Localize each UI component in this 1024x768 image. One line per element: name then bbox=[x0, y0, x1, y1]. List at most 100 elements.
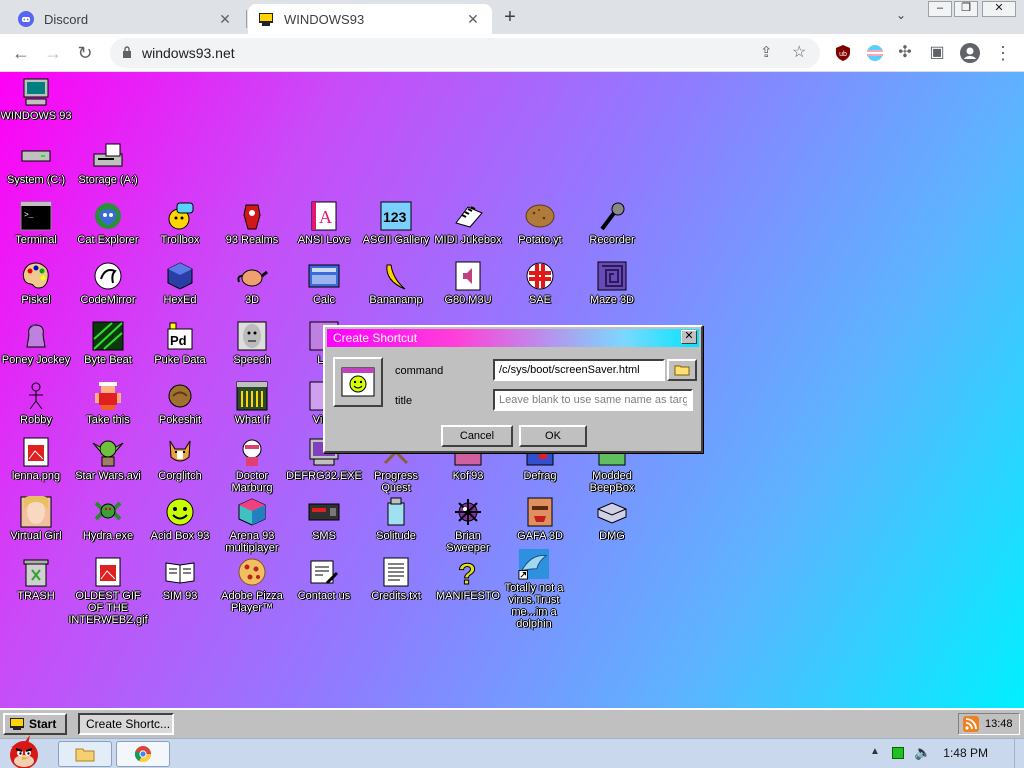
desktop-icon-calc[interactable]: Calc bbox=[288, 260, 360, 306]
dialog-close-button[interactable]: ✕ bbox=[681, 330, 697, 344]
side-panel-icon[interactable]: ▣ bbox=[924, 40, 950, 66]
desktop-icon-trash[interactable]: TRASH bbox=[0, 556, 72, 602]
desktop-icon-corglitch[interactable]: Corglitch bbox=[144, 436, 216, 482]
desktop-icon-lenna[interactable]: lenna.png bbox=[0, 436, 72, 482]
desktop-icon-ansi-love[interactable]: A ANSI Love bbox=[288, 200, 360, 246]
cancel-button[interactable]: Cancel bbox=[441, 425, 513, 447]
close-window-button[interactable]: ✕ bbox=[982, 1, 1016, 17]
desktop-icon-cat-explorer[interactable]: Cat Explorer bbox=[72, 200, 144, 246]
share-icon[interactable]: ⇪ bbox=[760, 43, 773, 61]
close-tab-icon[interactable]: ✕ bbox=[464, 11, 482, 28]
desktop-icon-storage-a[interactable]: Storage (A:) bbox=[72, 140, 144, 186]
forward-button[interactable]: → bbox=[40, 40, 66, 66]
desktop-icon-midi-jukebox[interactable]: MIDI Jukebox bbox=[432, 200, 504, 246]
address-bar[interactable]: windows93.net ⇪ ☆ bbox=[110, 38, 820, 68]
desktop-icon-adobe-pizza[interactable]: Adobe Pizza Player™ bbox=[216, 556, 288, 614]
profile-avatar-icon[interactable] bbox=[960, 43, 980, 63]
gafa-icon bbox=[524, 496, 556, 528]
back-button[interactable]: ← bbox=[8, 40, 34, 66]
desktop-icon-ascii-gallery[interactable]: 123 ASCII Gallery bbox=[360, 200, 432, 246]
desktop-icon-codemirror[interactable]: CodeMirror bbox=[72, 260, 144, 306]
desktop-icon-potato[interactable]: Potato.yt bbox=[504, 200, 576, 246]
desktop-icon-brian-sweeper[interactable]: Brian Sweeper bbox=[432, 496, 504, 554]
reload-button[interactable]: ↻ bbox=[72, 40, 98, 66]
desktop-icon-gafa-3d[interactable]: GAFA 3D bbox=[504, 496, 576, 542]
maze-icon bbox=[596, 260, 628, 292]
codemirror-icon bbox=[92, 260, 124, 292]
desktop-icon-trollbox[interactable]: Trollbox bbox=[144, 200, 216, 246]
taskbar-chrome-button[interactable] bbox=[116, 741, 170, 767]
desktop-icon-speech[interactable]: Speech bbox=[216, 320, 288, 366]
desktop-icon-hexed[interactable]: HexEd bbox=[144, 260, 216, 306]
restore-button[interactable]: ❐ bbox=[954, 1, 978, 17]
desktop-icon-3d[interactable]: 3D bbox=[216, 260, 288, 306]
desktop-icon-sms[interactable]: SMS bbox=[288, 496, 360, 542]
desktop-icon-credits[interactable]: Credits.txt bbox=[360, 556, 432, 602]
desktop-icon-doctor-marburg[interactable]: Doctor Marburg bbox=[216, 436, 288, 494]
start-button[interactable]: Start bbox=[3, 713, 67, 735]
desktop-icon-dolphin[interactable]: Totally not a virus.Trust me...im a dolp… bbox=[496, 548, 572, 630]
desktop-icon-arena-93[interactable]: Arena 93 multiplayer bbox=[216, 496, 288, 554]
ok-button[interactable]: OK bbox=[519, 425, 587, 447]
tab-discord[interactable]: Discord ✕ bbox=[8, 4, 244, 34]
os-clock[interactable]: 1:48 PM bbox=[943, 746, 988, 760]
tab-search-chevron-icon[interactable]: ⌄ bbox=[896, 8, 906, 22]
desktop-icon-windows93[interactable]: WINDOWS 93 bbox=[0, 76, 72, 122]
desktop-icon-puke-data[interactable]: Pd Puke Data bbox=[144, 320, 216, 366]
flag-extension-icon[interactable] bbox=[866, 44, 884, 62]
desktop-icon-manifesto[interactable]: ? MANIFESTO bbox=[432, 556, 504, 603]
desktop-icon-robby[interactable]: Robby bbox=[0, 380, 72, 426]
desktop-icon-system-c[interactable]: System (C:) bbox=[0, 140, 72, 186]
desktop-icon-acid-box[interactable]: Acid Box 93 bbox=[144, 496, 216, 542]
network-icon[interactable] bbox=[892, 747, 904, 759]
desktop-icon-bananamp[interactable]: Bananamp bbox=[360, 260, 432, 306]
title-field[interactable] bbox=[493, 389, 693, 411]
desktop-icon-93-realms[interactable]: 93 Realms bbox=[216, 200, 288, 246]
tab-windows93[interactable]: WINDOWS93 ✕ bbox=[248, 4, 492, 34]
desktop-icon-terminal[interactable]: >_ Terminal bbox=[0, 200, 72, 246]
desktop-icon-byte-beat[interactable]: Byte Beat bbox=[72, 320, 144, 366]
taskbar-explorer-button[interactable] bbox=[58, 741, 112, 767]
desktop-icon-solitude[interactable]: Solitude bbox=[360, 496, 432, 542]
dialog-title: Create Shortcut bbox=[333, 331, 418, 345]
browse-folder-button[interactable] bbox=[667, 359, 697, 381]
minimize-button[interactable]: – bbox=[928, 1, 952, 17]
desktop-icon-g80-m3u[interactable]: G80.M3U bbox=[432, 260, 504, 306]
arena-cube-icon bbox=[236, 496, 268, 528]
desktop-icon-piskel[interactable]: Piskel bbox=[0, 260, 72, 306]
rss-icon[interactable] bbox=[963, 716, 979, 732]
image-file-icon bbox=[20, 436, 52, 468]
desktop-icon-dmg[interactable]: DMG bbox=[576, 496, 648, 542]
new-tab-button[interactable]: + bbox=[498, 6, 522, 30]
desktop-icon-sim93[interactable]: SIM 93 bbox=[144, 556, 216, 602]
extensions-puzzle-icon[interactable]: ✣ bbox=[892, 40, 918, 66]
desktop-icon-maze-3d[interactable]: Maze 3D bbox=[576, 260, 648, 306]
command-field[interactable] bbox=[493, 359, 665, 381]
ublock-icon[interactable]: ub bbox=[834, 44, 852, 62]
piano-icon bbox=[452, 200, 484, 232]
desktop-icon-oldest-gif[interactable]: OLDEST GIF OF THE INTERWEBZ.gif bbox=[68, 556, 148, 626]
taskbar-item-create-shortcut[interactable]: Create Shortc... bbox=[78, 713, 174, 735]
desktop-icon-star-wars[interactable]: Star Wars.avi bbox=[72, 436, 144, 482]
desktop-icon-contact-us[interactable]: Contact us bbox=[288, 556, 360, 602]
dialog-title-bar[interactable]: Create Shortcut bbox=[327, 329, 699, 347]
desktop-icon-sae[interactable]: SAE bbox=[504, 260, 576, 306]
desktop-icon-pokeshit[interactable]: Pokeshit bbox=[144, 380, 216, 426]
shortcut-icon-picker[interactable] bbox=[333, 357, 383, 407]
angry-bird-start-icon[interactable] bbox=[0, 733, 50, 768]
desktop-icon-virtual-girl[interactable]: Virtual Girl bbox=[0, 496, 72, 542]
show-desktop-button[interactable] bbox=[1014, 739, 1024, 768]
desktop-icon-poney-jockey[interactable]: Poney Jockey bbox=[0, 320, 72, 366]
bookmark-star-icon[interactable]: ☆ bbox=[792, 42, 806, 62]
close-tab-icon[interactable]: ✕ bbox=[216, 11, 234, 28]
tray-expand-icon[interactable]: ▲ bbox=[870, 746, 880, 757]
desktop-icon-take-this[interactable]: Take this bbox=[72, 380, 144, 426]
lock-icon bbox=[123, 46, 131, 58]
desktop-icon-recorder[interactable]: Recorder bbox=[576, 200, 648, 246]
hydra-icon bbox=[92, 496, 124, 528]
volume-icon[interactable]: 🔈 bbox=[914, 744, 931, 761]
icon-label: ANSI Love bbox=[297, 234, 351, 246]
menu-kebab-icon[interactable]: ⋮ bbox=[990, 40, 1016, 66]
desktop-icon-hydra[interactable]: Hydra.exe bbox=[72, 496, 144, 542]
desktop-icon-what-if[interactable]: What If bbox=[216, 380, 288, 426]
